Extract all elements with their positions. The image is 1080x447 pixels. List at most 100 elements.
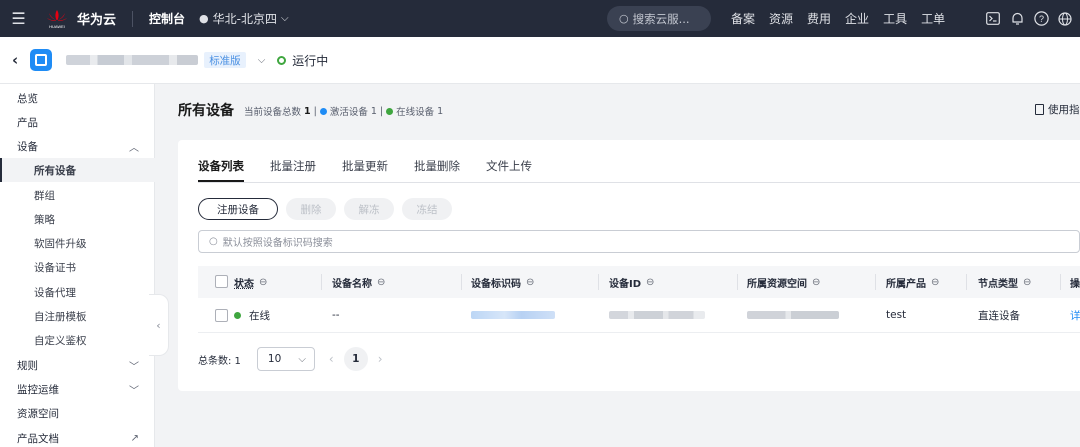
sidebar-item-all-devices[interactable]: 所有设备: [0, 158, 155, 182]
page-header: 所有设备 当前设备总数 1 | 激活设备 1 | 在线设备 1: [178, 100, 443, 120]
usage-guide-link[interactable]: 使用指: [1035, 102, 1080, 117]
iot-instance-icon: [30, 49, 53, 71]
filter-icon[interactable]: ⊖: [1023, 277, 1031, 288]
delete-button[interactable]: 删除: [286, 198, 336, 220]
column-status[interactable]: 状态 ⊖: [234, 266, 267, 298]
filter-icon[interactable]: ⊖: [931, 277, 939, 288]
sidebar-item-monitoring[interactable]: 监控运维 ﹀: [0, 377, 155, 401]
sidebar-item-label: 所有设备: [34, 164, 76, 177]
tab-batch-register[interactable]: 批量注册: [270, 158, 316, 182]
tab-device-list[interactable]: 设备列表: [198, 158, 244, 182]
sidebar-collapse-handle[interactable]: ‹: [149, 294, 169, 356]
nav-enterprise[interactable]: 企业: [845, 10, 869, 27]
prev-page-icon[interactable]: ‹: [329, 352, 334, 366]
global-search-input[interactable]: ○ 搜索云服...: [607, 6, 711, 31]
resource-space-redacted: [747, 298, 839, 332]
device-list-card: 设备列表 批量注册 批量更新 批量删除 文件上传 注册设备 删除 解冻 冻结 ○…: [178, 140, 1080, 391]
sidebar-item-device-certificates[interactable]: 设备证书: [0, 255, 155, 279]
nav-resources[interactable]: 资源: [769, 10, 793, 27]
divider: [132, 10, 134, 27]
filter-icon[interactable]: ⊖: [259, 277, 267, 288]
help-icon[interactable]: ?: [1033, 11, 1049, 27]
tab-batch-update[interactable]: 批量更新: [342, 158, 388, 182]
nav-tickets[interactable]: 工单: [921, 10, 945, 27]
device-name: --: [332, 309, 340, 321]
node-type: 直连设备: [978, 309, 1020, 322]
globe-icon[interactable]: [1057, 11, 1073, 27]
sidebar-item-devices[interactable]: 设备 ︿: [0, 134, 155, 158]
device-search-input[interactable]: ○ 默认按照设备标识码搜索: [198, 230, 1080, 253]
tab-divider: [198, 182, 1080, 183]
page-size-select[interactable]: 10 ⌵: [256, 347, 315, 371]
column-device-name[interactable]: 设备名称 ⊖: [332, 266, 385, 298]
product-name[interactable]: test: [886, 298, 906, 332]
chevron-down-icon: ⌵: [280, 13, 289, 24]
bell-icon[interactable]: [1009, 11, 1025, 27]
column-label: 所属资源空间: [747, 278, 807, 290]
nav-billing[interactable]: 费用: [807, 10, 831, 27]
sidebar-item-groups[interactable]: 群组: [0, 183, 155, 207]
column-divider: [966, 274, 967, 290]
sidebar-item-self-registration-template[interactable]: 自注册模板: [0, 304, 155, 328]
freeze-button[interactable]: 冻结: [402, 198, 452, 220]
top-icon-group: ?: [985, 0, 1080, 37]
activated-devices-count: 1: [370, 105, 377, 117]
top-navigation-bar: ☰ HUAWEI 华为云 控制台 ● 华北-北京四 ⌵ ○ 搜索云服... 备案…: [0, 0, 1080, 37]
online-dot-icon: [386, 107, 394, 115]
terminal-icon[interactable]: [985, 11, 1001, 27]
column-device-id[interactable]: 设备ID ⊖: [609, 266, 654, 298]
sidebar-item-rules[interactable]: 规则 ﹀: [0, 353, 155, 377]
instance-switch-chevron-icon[interactable]: ⌵: [258, 55, 266, 66]
region-selector[interactable]: ● 华北-北京四 ⌵: [199, 10, 289, 27]
search-placeholder: 默认按照设备标识码搜索: [222, 238, 333, 249]
filter-icon[interactable]: ⊖: [526, 277, 534, 288]
unfreeze-button[interactable]: 解冻: [344, 198, 394, 220]
filter-icon[interactable]: ⊖: [646, 277, 654, 288]
sidebar-item-products[interactable]: 产品: [0, 110, 155, 134]
tab-batch-delete[interactable]: 批量删除: [414, 158, 460, 182]
sidebar-item-label: 产品文档: [17, 432, 59, 445]
next-page-icon[interactable]: ›: [378, 352, 383, 366]
sidebar-item-policies[interactable]: 策略: [0, 207, 155, 231]
console-link[interactable]: 控制台: [149, 10, 185, 27]
column-label: 操: [1070, 278, 1080, 290]
column-node-type[interactable]: 节点类型 ⊖: [978, 266, 1031, 298]
node-id-redacted[interactable]: [471, 298, 555, 332]
column-product[interactable]: 所属产品 ⊖: [886, 266, 939, 298]
back-arrow-icon[interactable]: ‹: [12, 51, 18, 69]
tab-file-upload[interactable]: 文件上传: [486, 158, 532, 182]
search-icon: ○: [209, 236, 218, 247]
sidebar-item-resource-space[interactable]: 资源空间: [0, 401, 155, 425]
details-link[interactable]: 详: [1070, 298, 1080, 332]
action-buttons: 注册设备 删除 解冻 冻结: [198, 198, 452, 220]
chevron-down-icon: ⌵: [298, 353, 306, 365]
sidebar-item-custom-auth[interactable]: 自定义鉴权: [0, 328, 155, 352]
sidebar-item-product-docs[interactable]: 产品文档 ↗: [0, 426, 155, 447]
sidebar-item-overview[interactable]: 总览: [0, 86, 155, 110]
filter-icon[interactable]: ⊖: [812, 277, 820, 288]
column-resource-space[interactable]: 所属资源空间 ⊖: [747, 266, 820, 298]
column-label: 设备标识码: [471, 278, 521, 290]
separator: |: [379, 105, 384, 117]
huawei-cloud-logo[interactable]: HUAWEI 华为云: [45, 8, 116, 30]
row-checkbox[interactable]: [215, 309, 228, 322]
instance-name-redacted: [66, 55, 199, 65]
chevron-down-icon: ﹀: [129, 361, 139, 373]
page-number-current[interactable]: 1: [343, 347, 368, 371]
total-devices-count: 1: [304, 105, 311, 117]
sidebar-item-device-proxy[interactable]: 设备代理: [0, 280, 155, 304]
nav-tools[interactable]: 工具: [883, 10, 907, 27]
search-icon: ○: [619, 12, 629, 25]
sidebar-item-firmware-upgrade[interactable]: 软固件升级: [0, 231, 155, 255]
separator: |: [313, 105, 317, 117]
nav-beian[interactable]: 备案: [731, 10, 755, 27]
sidebar-item-label: 规则: [17, 359, 38, 372]
instance-bar: ‹ 标准版 ⌵ 运行中: [0, 37, 1080, 84]
online-status-icon: [234, 311, 241, 319]
column-node-id[interactable]: 设备标识码 ⊖: [471, 266, 534, 298]
register-device-button[interactable]: 注册设备: [198, 198, 278, 220]
filter-icon[interactable]: ⊖: [377, 277, 385, 288]
select-all-checkbox[interactable]: [215, 275, 228, 288]
menu-icon[interactable]: ☰: [0, 0, 37, 37]
column-divider: [1060, 274, 1061, 290]
